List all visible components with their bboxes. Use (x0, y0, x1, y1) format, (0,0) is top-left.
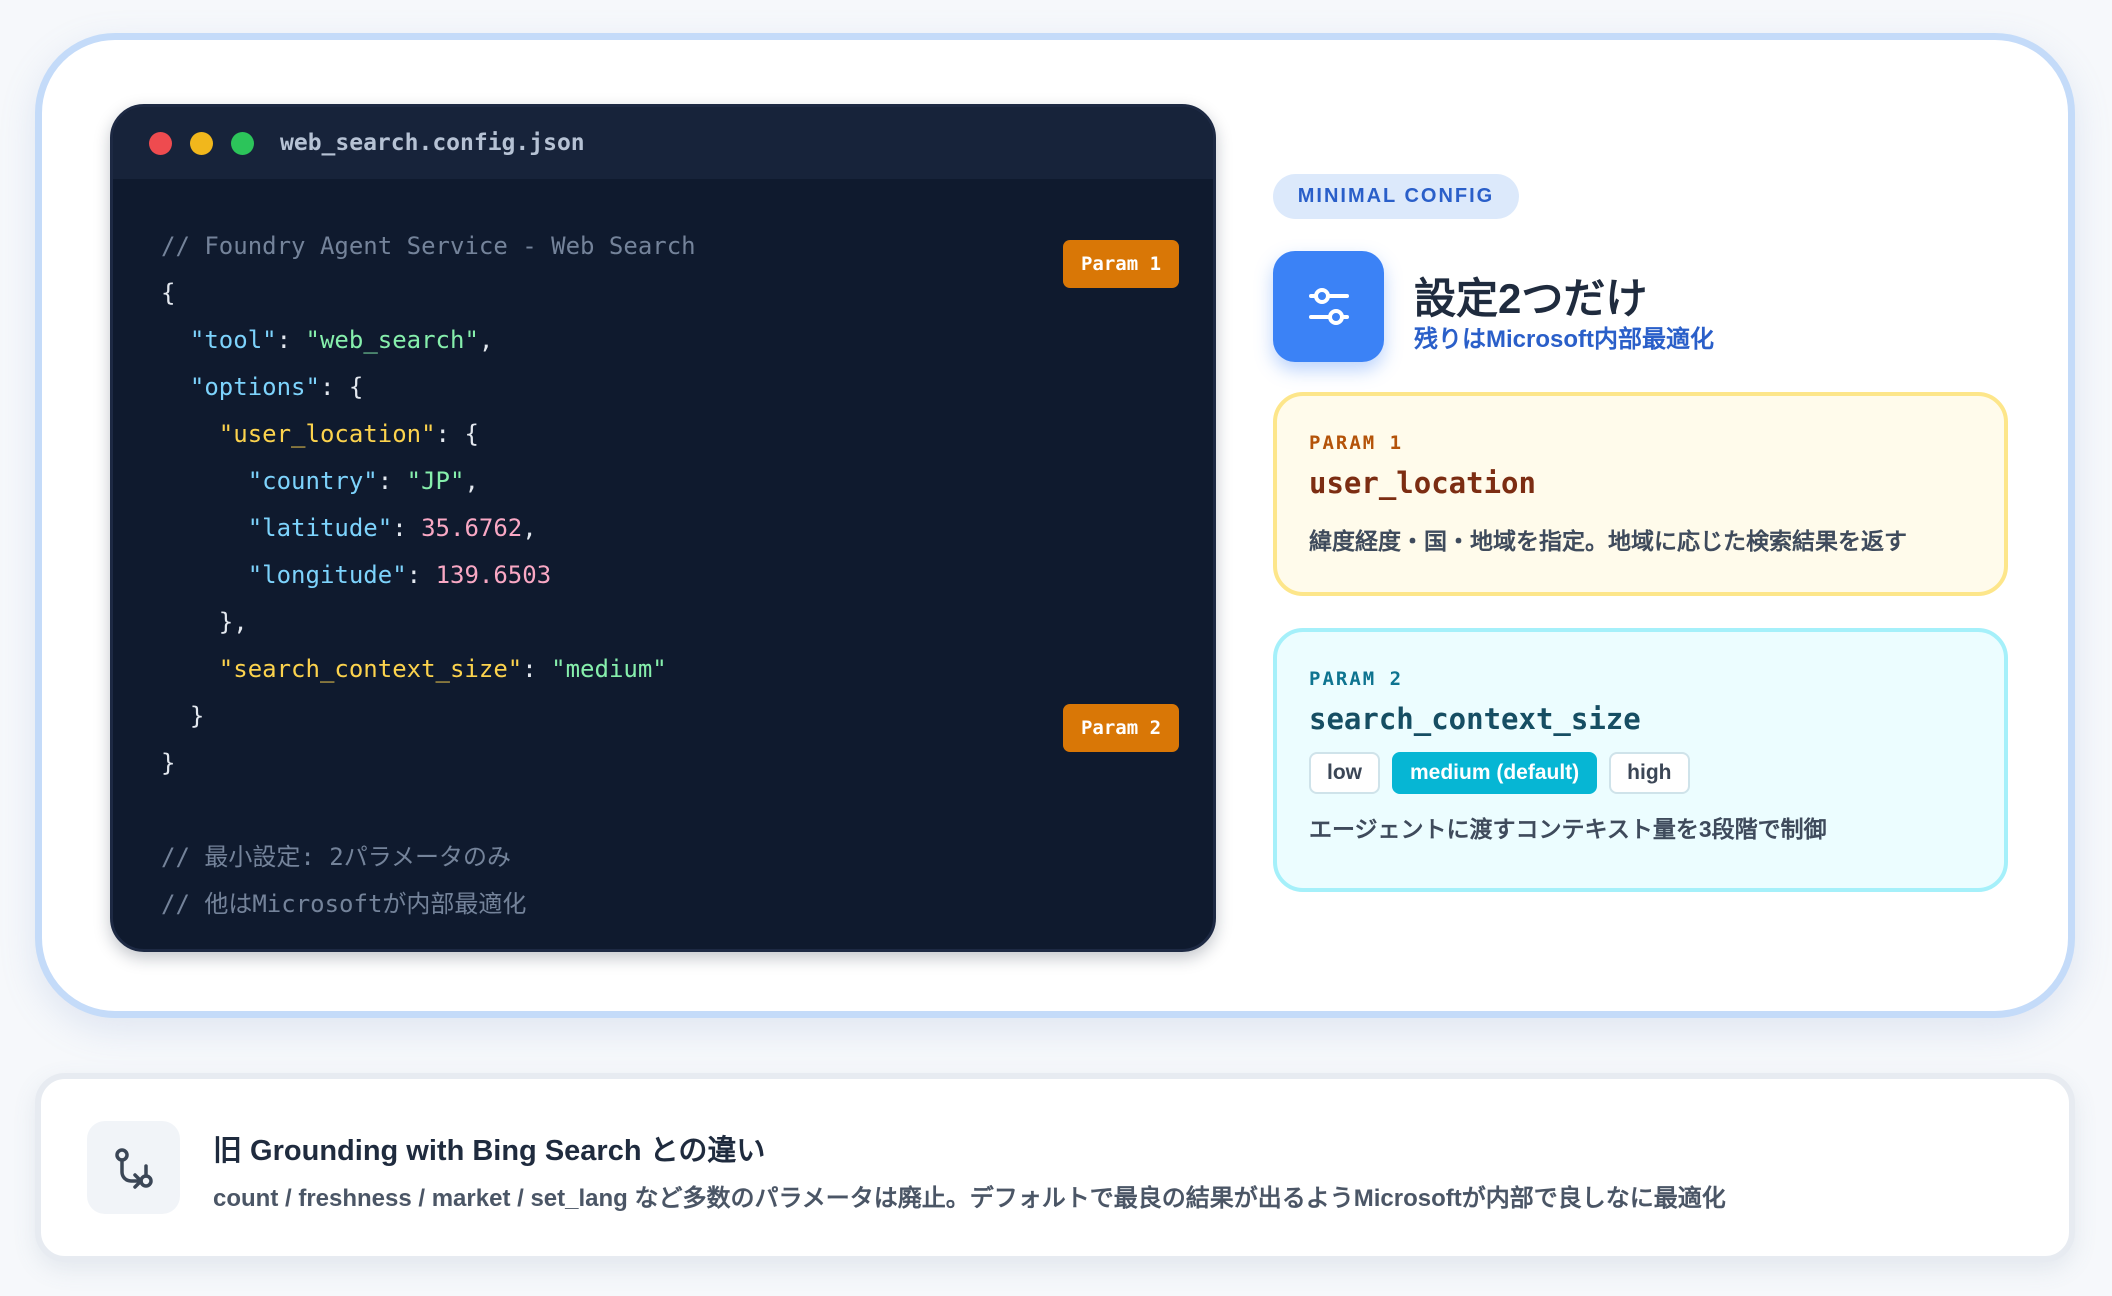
code-token: // 他はMicrosoftが内部最適化 (161, 890, 527, 918)
option-chip-low[interactable]: low (1309, 752, 1380, 794)
code-line: "options": { (161, 364, 696, 411)
context-size-options: low medium (default) high (1309, 752, 1972, 794)
code-token: : (276, 326, 306, 354)
code-token: "options" (189, 373, 320, 401)
comparison-note-card: 旧 Grounding with Bing Search との違い count … (35, 1073, 2075, 1262)
code-token: 35.6762 (421, 514, 523, 542)
code-token: "longitude" (247, 561, 407, 589)
close-window-dot[interactable] (149, 131, 172, 155)
code-token: "tool" (189, 326, 277, 354)
maximize-window-dot[interactable] (231, 131, 254, 155)
code-token: "country" (247, 467, 378, 495)
code-token: "web_search" (305, 326, 479, 354)
code-token: // Foundry Agent Service - Web Search (161, 232, 696, 260)
editor-titlebar: web_search.config.json (113, 107, 1213, 179)
param-1-card: PARAM 1 user_location 緯度経度・国・地域を指定。地域に応じ… (1273, 392, 2008, 596)
code-block: // Foundry Agent Service - Web Search { "… (161, 223, 696, 928)
code-editor: web_search.config.json // Foundry Agent … (110, 104, 1216, 952)
code-line: "country": "JP", (161, 458, 696, 505)
code-token: : { (319, 373, 364, 401)
editor-filename: web_search.config.json (280, 130, 585, 156)
code-line: "latitude": 35.6762, (161, 505, 696, 552)
code-token: } (161, 749, 176, 777)
code-token: 139.6503 (435, 561, 552, 589)
code-token: { (161, 279, 176, 307)
code-token: "search_context_size" (218, 655, 523, 683)
code-line: } (161, 693, 696, 740)
summary-title: 設定2つだけ (1414, 275, 1648, 322)
code-token: : (392, 514, 422, 542)
code-line: "search_context_size": "medium" (161, 646, 696, 693)
code-token: }, (161, 608, 248, 636)
code-token: , (478, 326, 494, 354)
code-token: // 最小設定: 2パラメータのみ (161, 843, 511, 871)
param-2-description: エージェントに渡すコンテキスト量を3段階で制御 (1309, 816, 1827, 842)
code-line: } (161, 740, 696, 787)
param-2-name: search_context_size (1309, 702, 1641, 736)
code-line: }, (161, 599, 696, 646)
param-2-card: PARAM 2 search_context_size low medium (… (1273, 628, 2008, 892)
code-line: { (161, 270, 696, 317)
main-card: web_search.config.json // Foundry Agent … (35, 33, 2075, 1018)
param-1-badge: Param 1 (1063, 240, 1179, 288)
minimal-config-pill: MINIMAL CONFIG (1273, 174, 1519, 219)
code-token: , (464, 467, 479, 495)
code-line: // Foundry Agent Service - Web Search (161, 223, 696, 270)
param-1-description: 緯度経度・国・地域を指定。地域に応じた検索結果を返す (1309, 528, 1907, 554)
code-token: "latitude" (247, 514, 393, 542)
option-chip-medium[interactable]: medium (default) (1392, 752, 1598, 794)
code-token: : { (435, 420, 479, 448)
code-line: // 最小設定: 2パラメータのみ (161, 834, 696, 881)
code-line: "user_location": { (161, 411, 696, 458)
code-token: : (377, 467, 407, 495)
note-body: count / freshness / market / set_lang など… (213, 1185, 1726, 1212)
sliders-icon (1273, 251, 1384, 362)
code-token: "JP" (406, 467, 465, 495)
minimize-window-dot[interactable] (190, 131, 213, 155)
code-token: : (406, 561, 436, 589)
param-1-label: PARAM 1 (1309, 432, 1404, 454)
code-token: "user_location" (218, 420, 436, 448)
code-line: "tool": "web_search", (161, 317, 696, 364)
git-compare-icon (87, 1121, 180, 1214)
summary-subtitle: 残りはMicrosoft内部最適化 (1414, 326, 1714, 353)
option-chip-high[interactable]: high (1609, 752, 1690, 794)
param-2-badge: Param 2 (1063, 704, 1179, 752)
code-token: , (522, 514, 537, 542)
param-1-name: user_location (1309, 466, 1536, 500)
code-token: "medium" (551, 655, 667, 683)
code-line (161, 787, 696, 834)
code-line: "longitude": 139.6503 (161, 552, 696, 599)
code-line: // 他はMicrosoftが内部最適化 (161, 881, 696, 928)
param-2-label: PARAM 2 (1309, 668, 1404, 690)
code-token: : (522, 655, 552, 683)
code-token: } (161, 702, 205, 730)
note-title: 旧 Grounding with Bing Search との違い (213, 1135, 766, 1167)
